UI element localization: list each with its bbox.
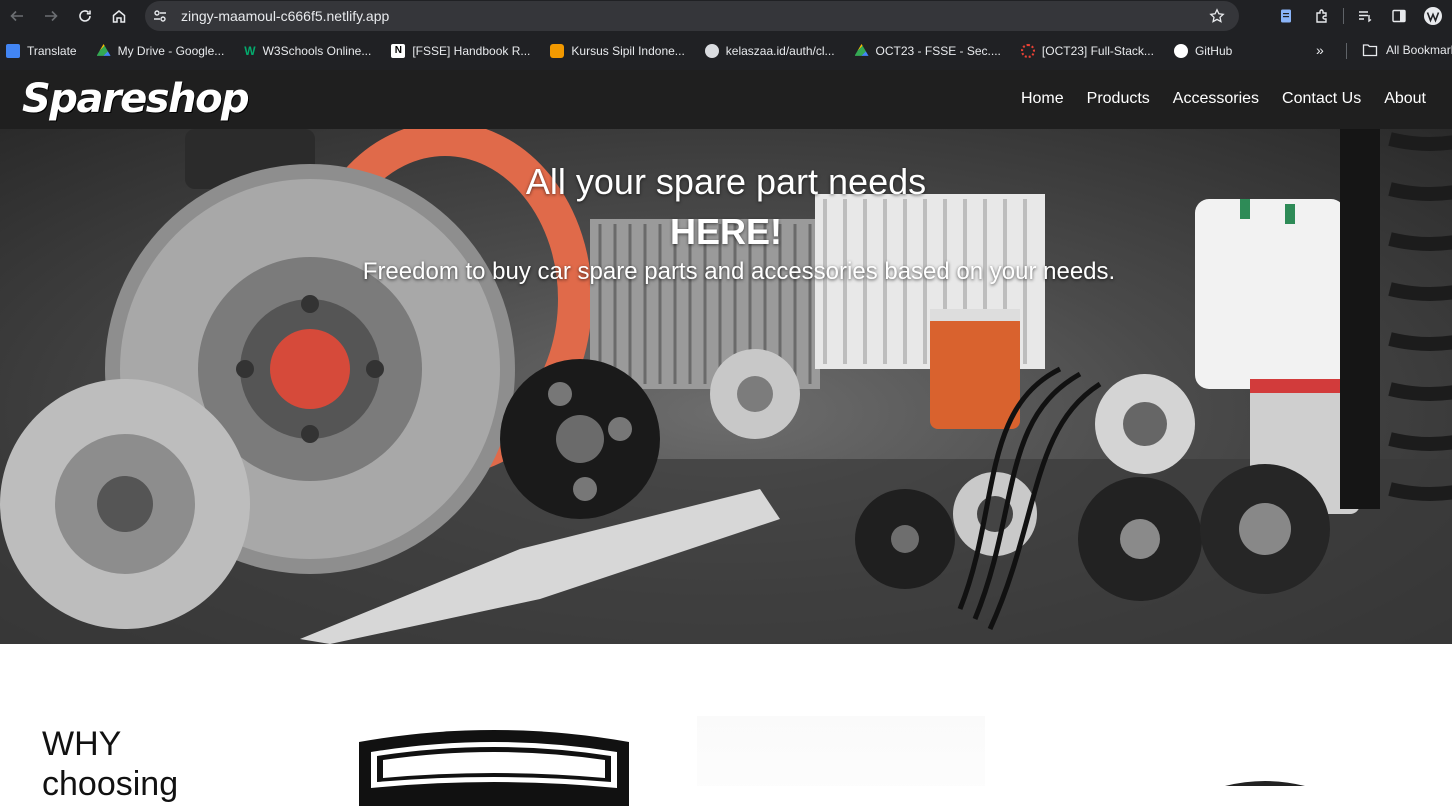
why-heading-line: choosing [42,765,179,803]
hero-title-emphasis: HERE! [669,211,782,252]
address-bar[interactable]: zingy-maamoul-c666f5.netlify.app [145,1,1239,31]
google-drive-icon [96,44,111,56]
bookmark-label: [OCT23] Full-Stack... [1041,44,1154,58]
url-text[interactable]: zingy-maamoul-c666f5.netlify.app [181,8,389,24]
bookmark-kelaszaa[interactable]: kelaszaa.id/auth/cl... [704,44,835,58]
bookmark-label: Translate [27,44,77,58]
nav-products[interactable]: Products [1087,90,1150,108]
reload-button[interactable] [68,0,102,32]
forward-button[interactable] [34,0,68,32]
profile-avatar[interactable] [1416,0,1450,32]
hero-spare-parts-image [0,129,1452,644]
bookmark-label: My Drive - Google... [117,44,225,58]
reload-icon [79,10,91,22]
sun-icon [1020,44,1035,58]
bookmark-label: [FSSE] Handbook R... [412,44,531,58]
side-panel-icon[interactable] [1382,0,1416,32]
all-bookmarks-button[interactable]: All Bookmarks [1362,43,1452,57]
arrow-right-icon [45,10,58,22]
reading-list-icon[interactable] [1348,0,1382,32]
nav-contact-us[interactable]: Contact Us [1282,90,1361,108]
all-bookmarks-label: All Bookmarks [1386,43,1452,57]
kursus-icon [550,44,565,58]
arrow-left-icon [10,10,23,22]
bookmark-label: kelaszaa.id/auth/cl... [725,44,835,58]
hero-title: All your spare part needs [525,161,927,202]
nav-accessories[interactable]: Accessories [1173,90,1259,108]
home-icon [112,10,126,23]
globe-icon [704,44,719,58]
home-button[interactable] [102,0,136,32]
why-heading-line: WHY [42,725,122,763]
bookmarks-divider [1346,43,1347,59]
bookmark-label: OCT23 - FSSE - Sec.... [875,44,1001,58]
notion-icon: N [391,44,406,58]
more-bookmarks-chevron-icon[interactable]: » [1316,42,1324,58]
bookmark-label: Kursus Sipil Indone... [571,44,685,58]
folder-icon [1362,44,1378,57]
extensions-icon[interactable] [1305,0,1339,32]
toolbar-divider [1343,8,1344,24]
w3schools-icon: W [244,44,256,58]
brand-logo-partial [1225,781,1305,786]
back-button[interactable] [0,0,34,32]
site-header: Spareshop Home Products Accessories Cont… [0,70,1452,129]
bookmark-w3schools[interactable]: W W3Schools Online... [244,44,371,58]
bookmark-oct23-fsse[interactable]: OCT23 - FSSE - Sec.... [854,44,1001,58]
bookmark-github[interactable]: GitHub [1173,44,1233,58]
bookmark-my-drive[interactable]: My Drive - Google... [96,44,225,58]
site-nav: Home Products Accessories Contact Us Abo… [998,90,1426,108]
translate-icon [6,44,20,58]
hero-subtitle: Freedom to buy car spare parts and acces… [362,258,1116,285]
bookmark-oct23-fullstack[interactable]: [OCT23] Full-Stack... [1020,44,1154,58]
bookmark-kursus-sipil[interactable]: Kursus Sipil Indone... [550,44,685,58]
bookmarks-bar: Translate My Drive - Google... W W3Schoo… [0,32,1452,70]
nav-about[interactable]: About [1384,90,1426,108]
google-drive-icon [854,44,869,56]
toolbar-right [1269,0,1452,32]
nav-home[interactable]: Home [1021,90,1064,108]
bookmark-translate[interactable]: Translate [6,44,77,58]
github-icon [1173,44,1188,58]
browser-toolbar: zingy-maamoul-c666f5.netlify.app [0,0,1452,32]
why-choosing-heading: WHY choosing [42,724,178,804]
site-logo[interactable]: Spareshop [22,76,250,122]
hero-banner: All your spare part needs HERE! Freedom … [0,129,1452,644]
brand-logo-faded [697,716,985,786]
bookmark-fsse-handbook[interactable]: N [FSSE] Handbook R... [391,44,530,58]
bookmark-label: W3Schools Online... [262,44,372,58]
porsche-logo [359,730,629,806]
site-info-icon[interactable] [145,1,175,31]
google-docs-extension-icon[interactable] [1269,0,1303,32]
bookmark-label: GitHub [1194,44,1233,58]
bookmark-star-icon[interactable] [1209,8,1225,29]
